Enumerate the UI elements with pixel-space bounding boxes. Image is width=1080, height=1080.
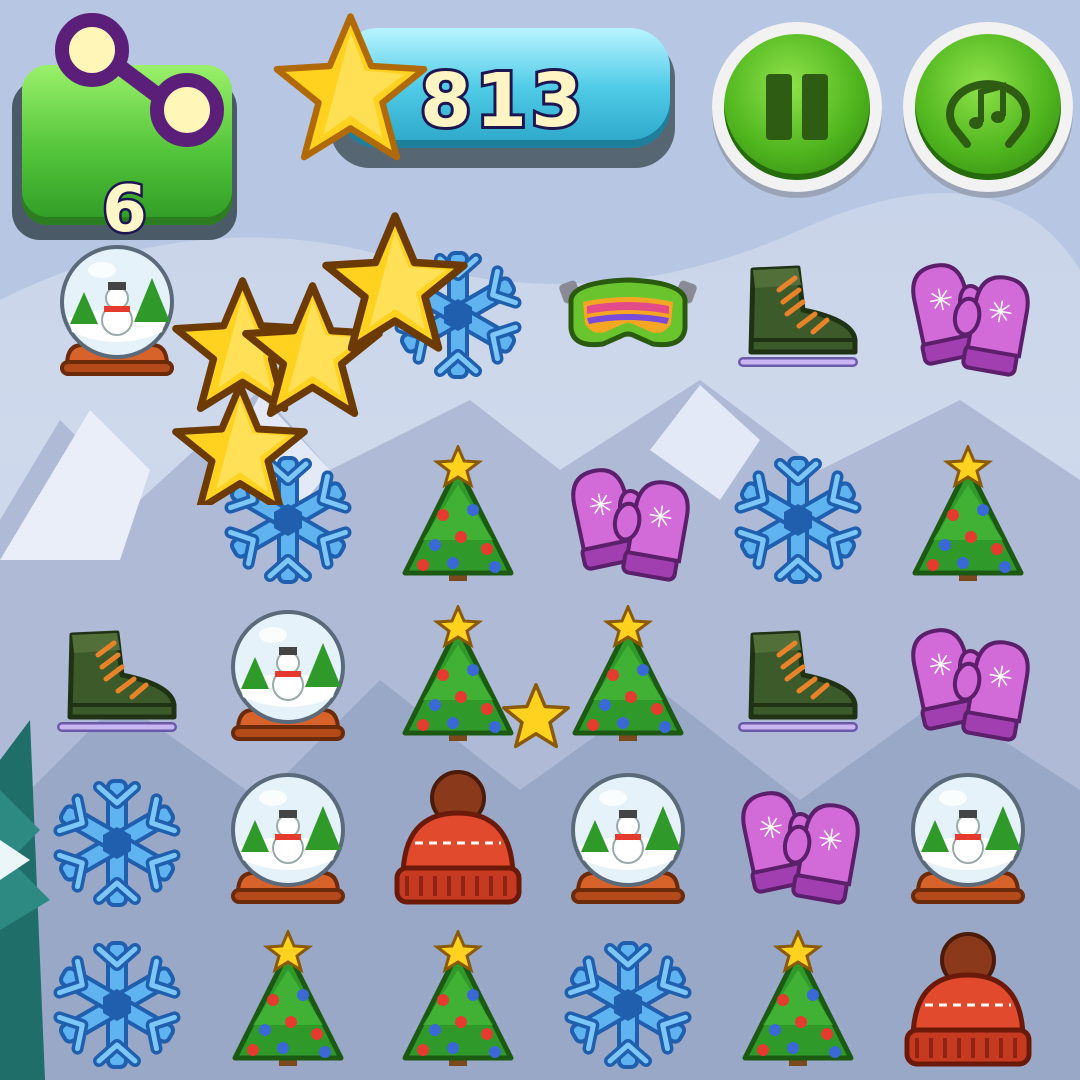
ice-skate-tile[interactable] xyxy=(723,240,873,390)
snowflake-tile[interactable] xyxy=(723,445,873,595)
mittens-icon: ✳ ✳ xyxy=(911,628,1030,742)
mittens-tile[interactable]: ✳ ✳ xyxy=(893,605,1043,755)
snow-globe-icon xyxy=(231,773,345,904)
knit-hat-icon xyxy=(394,770,522,905)
snow-globe-icon xyxy=(231,610,345,741)
mittens-icon: ✳ ✳ xyxy=(741,791,860,905)
ice-skate-icon xyxy=(738,630,858,732)
snowflake-tile[interactable] xyxy=(42,768,192,918)
christmas-tree-icon xyxy=(402,930,514,1066)
knit-hat-tile[interactable] xyxy=(383,768,533,918)
christmas-tree-icon xyxy=(572,605,684,741)
star-burst-icon xyxy=(160,205,480,505)
knit-hat-tile[interactable] xyxy=(893,930,1043,1080)
mittens-tile[interactable]: ✳ ✳ xyxy=(893,240,1043,390)
ice-skate-tile[interactable] xyxy=(42,605,192,755)
snow-globe-tile[interactable] xyxy=(553,768,703,918)
ice-skate-tile[interactable] xyxy=(723,605,873,755)
ice-skate-icon xyxy=(738,265,858,367)
game-board: ✳ ✳ ✳ ✳ ✳ ✳ ✳ ✳ xyxy=(0,0,1080,1080)
mittens-tile[interactable]: ✳ ✳ xyxy=(723,768,873,918)
christmas-tree-icon xyxy=(912,445,1024,581)
ski-goggles-icon xyxy=(559,277,697,348)
ice-skate-icon xyxy=(57,630,177,732)
snowflake-icon xyxy=(53,941,181,1069)
snow-globe-tile[interactable] xyxy=(893,768,1043,918)
ski-goggles-tile[interactable] xyxy=(553,240,703,390)
christmas-tree-tile[interactable] xyxy=(723,930,873,1080)
snow-globe-tile[interactable] xyxy=(213,768,363,918)
snow-globe-icon xyxy=(571,773,685,904)
snowflake-icon xyxy=(53,779,181,907)
snow-globe-tile[interactable] xyxy=(213,605,363,755)
knit-hat-icon xyxy=(904,932,1032,1067)
snow-globe-icon xyxy=(911,773,1025,904)
snowflake-icon xyxy=(564,941,692,1069)
snowflake-icon xyxy=(734,456,862,584)
christmas-tree-tile[interactable] xyxy=(893,445,1043,595)
mittens-icon: ✳ ✳ xyxy=(911,263,1030,377)
christmas-tree-icon xyxy=(742,930,854,1066)
small-star-icon xyxy=(502,683,570,749)
christmas-tree-tile[interactable] xyxy=(553,605,703,755)
mittens-tile[interactable]: ✳ ✳ xyxy=(553,445,703,595)
christmas-tree-icon xyxy=(232,930,344,1066)
christmas-tree-tile[interactable] xyxy=(383,930,533,1080)
christmas-tree-tile[interactable] xyxy=(213,930,363,1080)
snowflake-tile[interactable] xyxy=(553,930,703,1080)
mittens-icon: ✳ ✳ xyxy=(571,468,690,582)
snowflake-tile[interactable] xyxy=(42,930,192,1080)
